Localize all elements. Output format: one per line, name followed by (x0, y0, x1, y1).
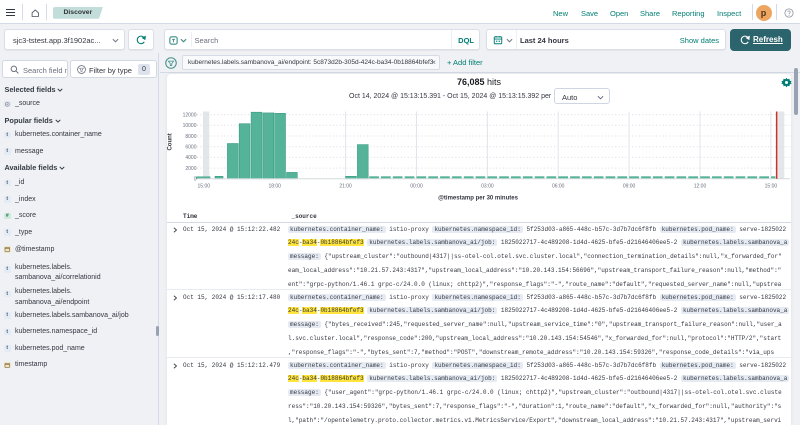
svg-text:6000: 6000 (185, 145, 196, 151)
svg-text:4000: 4000 (185, 155, 196, 161)
svg-text:@timestamp per 30 minutes: @timestamp per 30 minutes (438, 196, 519, 202)
svg-text:10000: 10000 (183, 123, 197, 129)
svg-text:06:00: 06:00 (552, 184, 565, 190)
svg-text:03:00: 03:00 (481, 184, 494, 190)
svg-text:12000: 12000 (183, 112, 197, 118)
svg-text:2000: 2000 (185, 166, 196, 172)
svg-text:15:00: 15:00 (765, 184, 778, 190)
svg-text:Count: Count (168, 133, 174, 150)
svg-text:18:00: 18:00 (268, 184, 281, 190)
svg-text:0: 0 (194, 177, 197, 183)
svg-text:00:00: 00:00 (410, 184, 423, 190)
svg-text:21:00: 21:00 (339, 184, 352, 190)
svg-text:8000: 8000 (185, 134, 196, 140)
svg-text:12:00: 12:00 (694, 184, 707, 190)
svg-text:09:00: 09:00 (623, 184, 636, 190)
svg-text:15:00: 15:00 (198, 184, 211, 190)
